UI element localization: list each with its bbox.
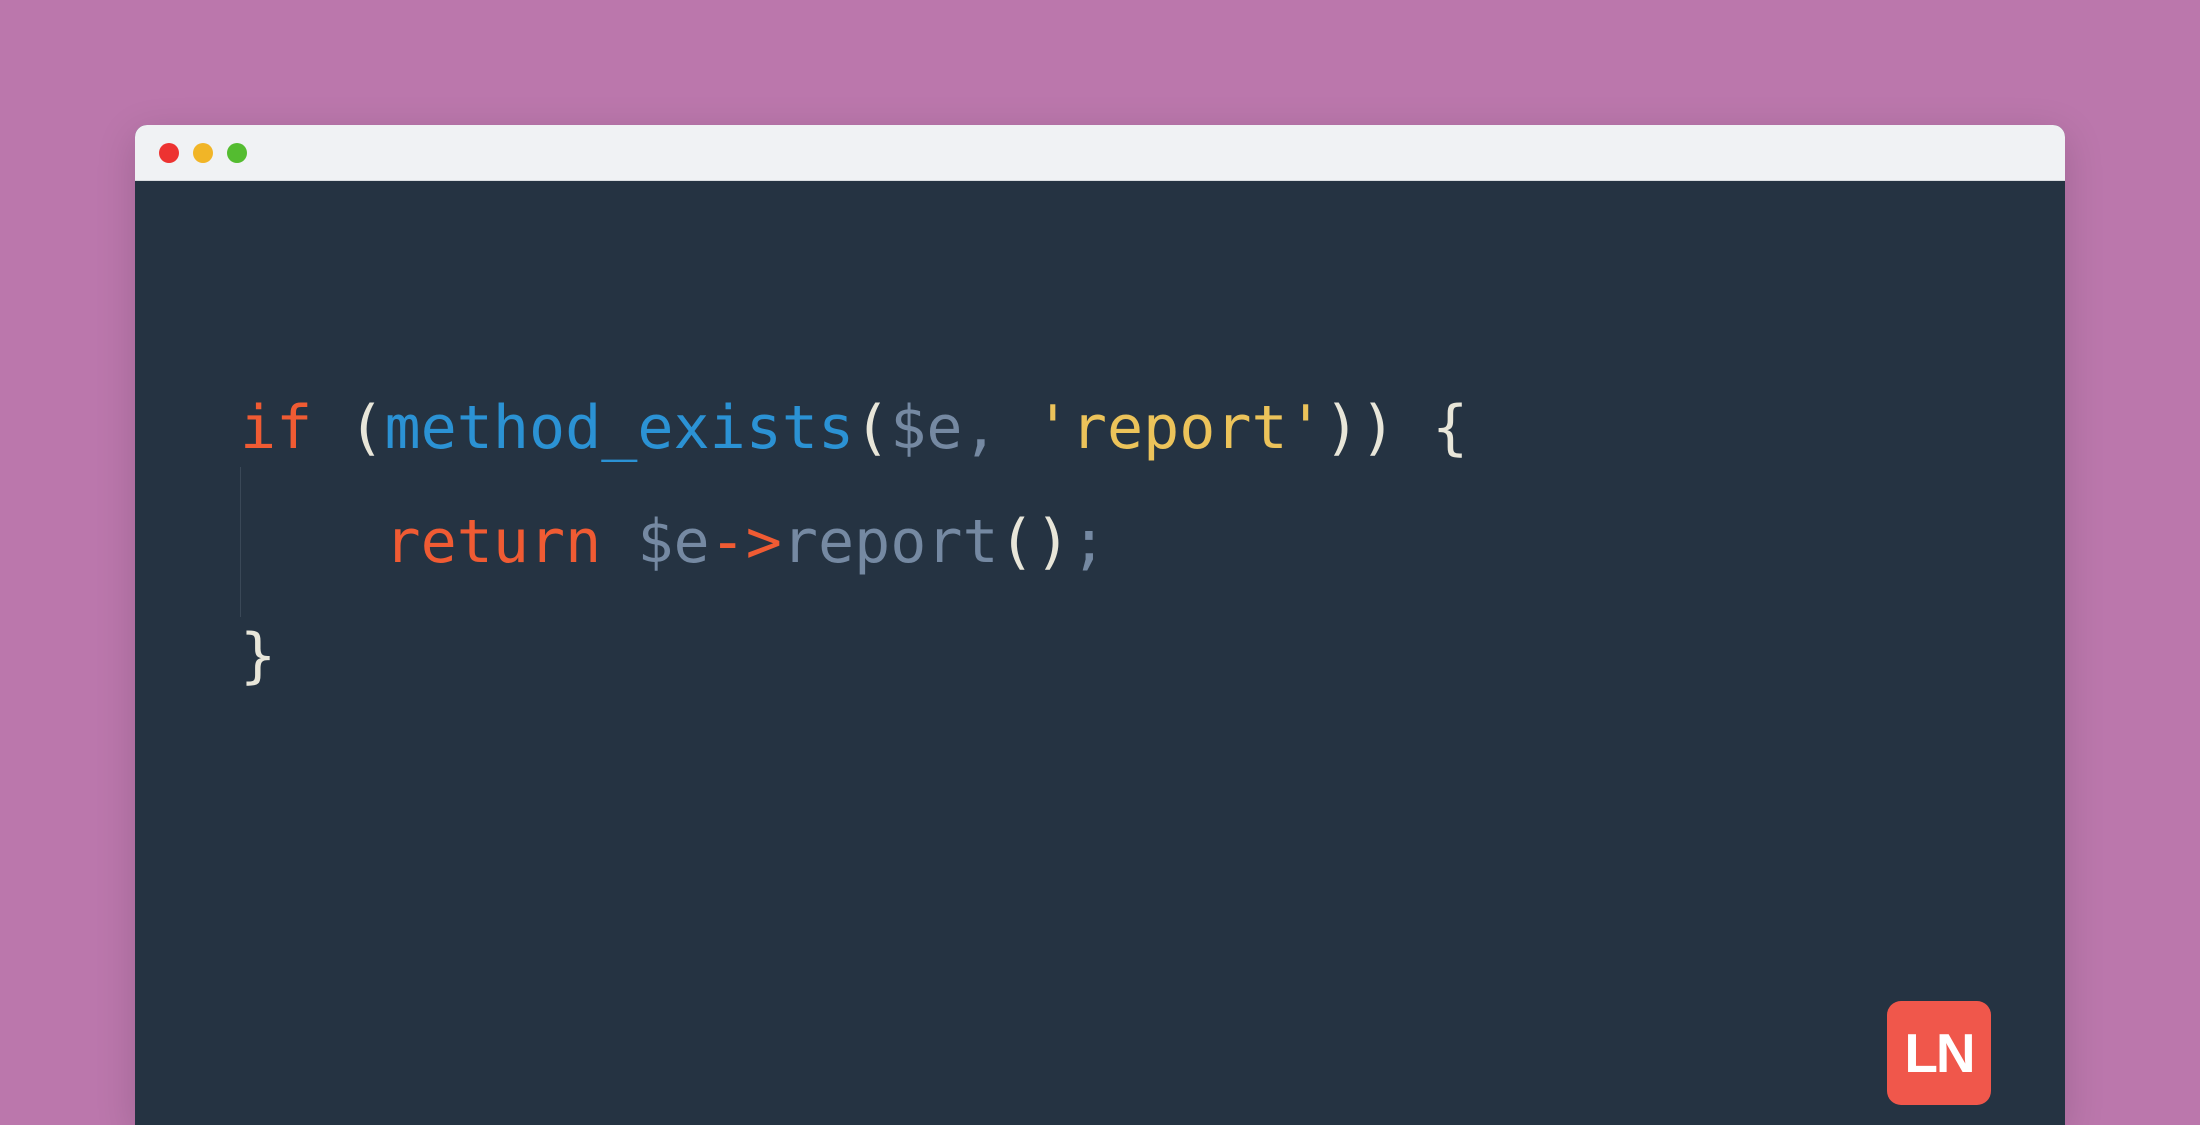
keyword-return: return xyxy=(385,507,602,577)
arrow-operator: -> xyxy=(710,507,782,577)
paren-close: ) xyxy=(1360,393,1396,463)
code-line-3: } xyxy=(240,599,2065,713)
paren-close: ) xyxy=(1035,507,1071,577)
editor-window: if (method_exists($e, 'report')) { retur… xyxy=(135,125,2065,1125)
maximize-icon[interactable] xyxy=(227,143,247,163)
paren-open: ( xyxy=(348,393,384,463)
variable: $e xyxy=(890,393,962,463)
brace-close: } xyxy=(240,621,276,691)
keyword-if: if xyxy=(240,393,312,463)
close-icon[interactable] xyxy=(159,143,179,163)
paren-open: ( xyxy=(854,393,890,463)
code-line-2: return $e->report(); xyxy=(240,485,2065,599)
brace-open: { xyxy=(1432,393,1468,463)
logo-text: LN xyxy=(1904,1021,1973,1085)
comma: , xyxy=(962,393,998,463)
string-literal: 'report' xyxy=(1035,393,1324,463)
minimize-icon[interactable] xyxy=(193,143,213,163)
code-line-1: if (method_exists($e, 'report')) { xyxy=(240,371,2065,485)
semicolon: ; xyxy=(1071,507,1107,577)
space xyxy=(312,393,348,463)
paren-close: ) xyxy=(1324,393,1360,463)
code-editor[interactable]: if (method_exists($e, 'report')) { retur… xyxy=(135,181,2065,713)
logo-badge: LN xyxy=(1887,1001,1991,1105)
indent-guide xyxy=(240,485,385,599)
space xyxy=(1396,393,1432,463)
variable: $e xyxy=(637,507,709,577)
space xyxy=(999,393,1035,463)
title-bar xyxy=(135,125,2065,181)
method-name: report xyxy=(782,507,999,577)
paren-open: ( xyxy=(999,507,1035,577)
function-name: method_exists xyxy=(385,393,855,463)
indent xyxy=(240,507,385,577)
space xyxy=(601,507,637,577)
